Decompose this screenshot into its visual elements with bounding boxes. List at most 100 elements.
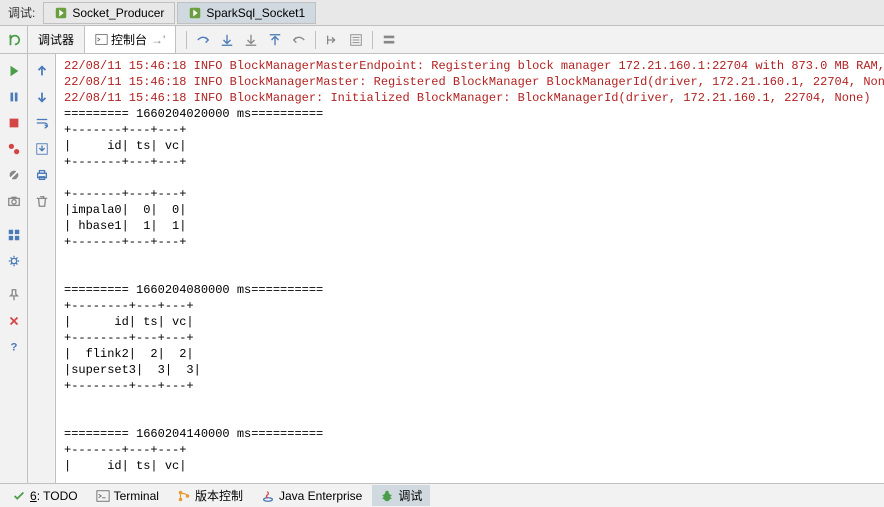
close-button[interactable] xyxy=(3,310,25,332)
pause-button[interactable] xyxy=(3,86,25,108)
debug-run-toolbar: ? xyxy=(0,54,28,483)
console-line xyxy=(64,170,876,186)
console-line: |superset3| 3| 3| xyxy=(64,362,876,378)
pin-icon xyxy=(7,288,21,302)
step-into-button[interactable] xyxy=(216,29,238,51)
gear-icon xyxy=(7,254,21,268)
console-output[interactable]: 22/08/11 15:46:18 INFO BlockManagerMaste… xyxy=(56,54,884,483)
console-line: ========= 1660204080000 ms========== xyxy=(64,282,876,298)
java-icon xyxy=(261,489,275,503)
scroll-up-button[interactable] xyxy=(31,60,53,82)
bottom-tab-label: 调试 xyxy=(398,487,422,504)
top-tab-bar: 调试: Socket_Producer SparkSql_Socket1 xyxy=(0,0,884,26)
step-out-button[interactable] xyxy=(264,29,286,51)
bug-icon xyxy=(380,489,394,503)
tab-socket-producer[interactable]: Socket_Producer xyxy=(43,2,175,24)
run-to-cursor-icon xyxy=(325,33,339,47)
console-line: +-------+---+---+ xyxy=(64,234,876,250)
step-into-icon xyxy=(220,33,234,47)
console-line: ========= 1660204020000 ms========== xyxy=(64,106,876,122)
console-line: +--------+---+---+ xyxy=(64,330,876,346)
print-icon xyxy=(35,168,49,182)
tab-sparksql-socket1[interactable]: SparkSql_Socket1 xyxy=(177,2,316,24)
bottom-tab-java-enterprise[interactable]: Java Enterprise xyxy=(253,487,370,505)
console-line: +-------+---+---+ xyxy=(64,154,876,170)
mute-breakpoints-button[interactable] xyxy=(3,164,25,186)
console-line: 22/08/11 15:46:18 INFO BlockManagerMaste… xyxy=(64,74,876,90)
force-step-into-button[interactable] xyxy=(240,29,262,51)
todo-icon xyxy=(12,489,26,503)
bottom-tab-todo[interactable]: 6: TODO xyxy=(4,487,86,505)
console-tab-label: 控制台 xyxy=(111,31,147,48)
console-icon xyxy=(95,33,108,46)
evaluate-icon xyxy=(349,33,363,47)
console-line: | id| ts| vc| xyxy=(64,314,876,330)
debugger-tab-label: 调试器 xyxy=(38,31,74,48)
drop-frame-icon xyxy=(292,33,306,47)
settings-button[interactable] xyxy=(3,250,25,272)
bottom-status-bar: 6: TODO Terminal 版本控制 Java Enterprise 调试 xyxy=(0,483,884,507)
console-dropdown[interactable]: →' xyxy=(151,33,165,47)
bottom-tab-label: Java Enterprise xyxy=(279,489,362,503)
layout-icon xyxy=(7,228,21,242)
run-to-cursor-button[interactable] xyxy=(321,29,343,51)
stop-button[interactable] xyxy=(3,112,25,134)
step-out-icon xyxy=(268,33,282,47)
force-step-into-icon xyxy=(244,33,258,47)
dump-button[interactable] xyxy=(3,190,25,212)
debug-toolbar: 调试器 控制台 →' xyxy=(0,26,884,54)
console-tab[interactable]: 控制台 →' xyxy=(85,26,176,53)
tab-label: SparkSql_Socket1 xyxy=(206,6,305,20)
divider xyxy=(372,31,373,49)
print-button[interactable] xyxy=(31,164,53,186)
console-line: | id| ts| vc| xyxy=(64,138,876,154)
console-line: | flink2| 2| 2| xyxy=(64,346,876,362)
bottom-tab-debug[interactable]: 调试 xyxy=(372,485,430,506)
evaluate-button[interactable] xyxy=(345,29,367,51)
trace-button[interactable] xyxy=(378,29,400,51)
console-line: +-------+---+---+ xyxy=(64,122,876,138)
pin-button[interactable] xyxy=(3,284,25,306)
console-line xyxy=(64,266,876,282)
resume-button[interactable] xyxy=(3,60,25,82)
console-line: ========= 1660204140000 ms========== xyxy=(64,426,876,442)
trash-icon xyxy=(35,194,49,208)
bottom-tab-label: Terminal xyxy=(114,489,159,503)
camera-icon xyxy=(7,194,21,208)
help-icon: ? xyxy=(7,340,21,354)
rerun-button[interactable] xyxy=(0,26,28,53)
tab-label: Socket_Producer xyxy=(72,6,164,20)
run-config-icon xyxy=(54,6,68,20)
mute-icon xyxy=(7,168,21,182)
drop-frame-button[interactable] xyxy=(288,29,310,51)
console-line: | hbase1| 1| 1| xyxy=(64,218,876,234)
layout-button[interactable] xyxy=(3,224,25,246)
bottom-tab-label: 版本控制 xyxy=(195,487,243,504)
terminal-icon xyxy=(96,489,110,503)
step-over-icon xyxy=(196,33,210,47)
console-line: +-------+---+---+ xyxy=(64,442,876,458)
step-over-button[interactable] xyxy=(192,29,214,51)
scroll-to-end-button[interactable] xyxy=(31,138,53,160)
soft-wrap-button[interactable] xyxy=(31,112,53,134)
close-icon xyxy=(7,314,21,328)
debug-label: 调试: xyxy=(0,4,43,21)
console-line: | id| ts| vc| xyxy=(64,458,876,474)
console-toolbar xyxy=(28,54,56,483)
view-breakpoints-button[interactable] xyxy=(3,138,25,160)
bottom-tab-terminal[interactable]: Terminal xyxy=(88,487,167,505)
clear-button[interactable] xyxy=(31,190,53,212)
console-line: +--------+---+---+ xyxy=(64,378,876,394)
console-line: |impala0| 0| 0| xyxy=(64,202,876,218)
divider xyxy=(315,31,316,49)
console-line xyxy=(64,250,876,266)
help-button[interactable]: ? xyxy=(3,336,25,358)
resume-icon xyxy=(7,64,21,78)
bottom-tab-label: 6: TODO xyxy=(30,489,78,503)
console-line: +-------+---+---+ xyxy=(64,186,876,202)
pause-icon xyxy=(7,90,21,104)
console-line: +--------+---+---+ xyxy=(64,298,876,314)
debugger-tab[interactable]: 调试器 xyxy=(28,26,85,53)
bottom-tab-vcs[interactable]: 版本控制 xyxy=(169,485,251,506)
scroll-down-button[interactable] xyxy=(31,86,53,108)
